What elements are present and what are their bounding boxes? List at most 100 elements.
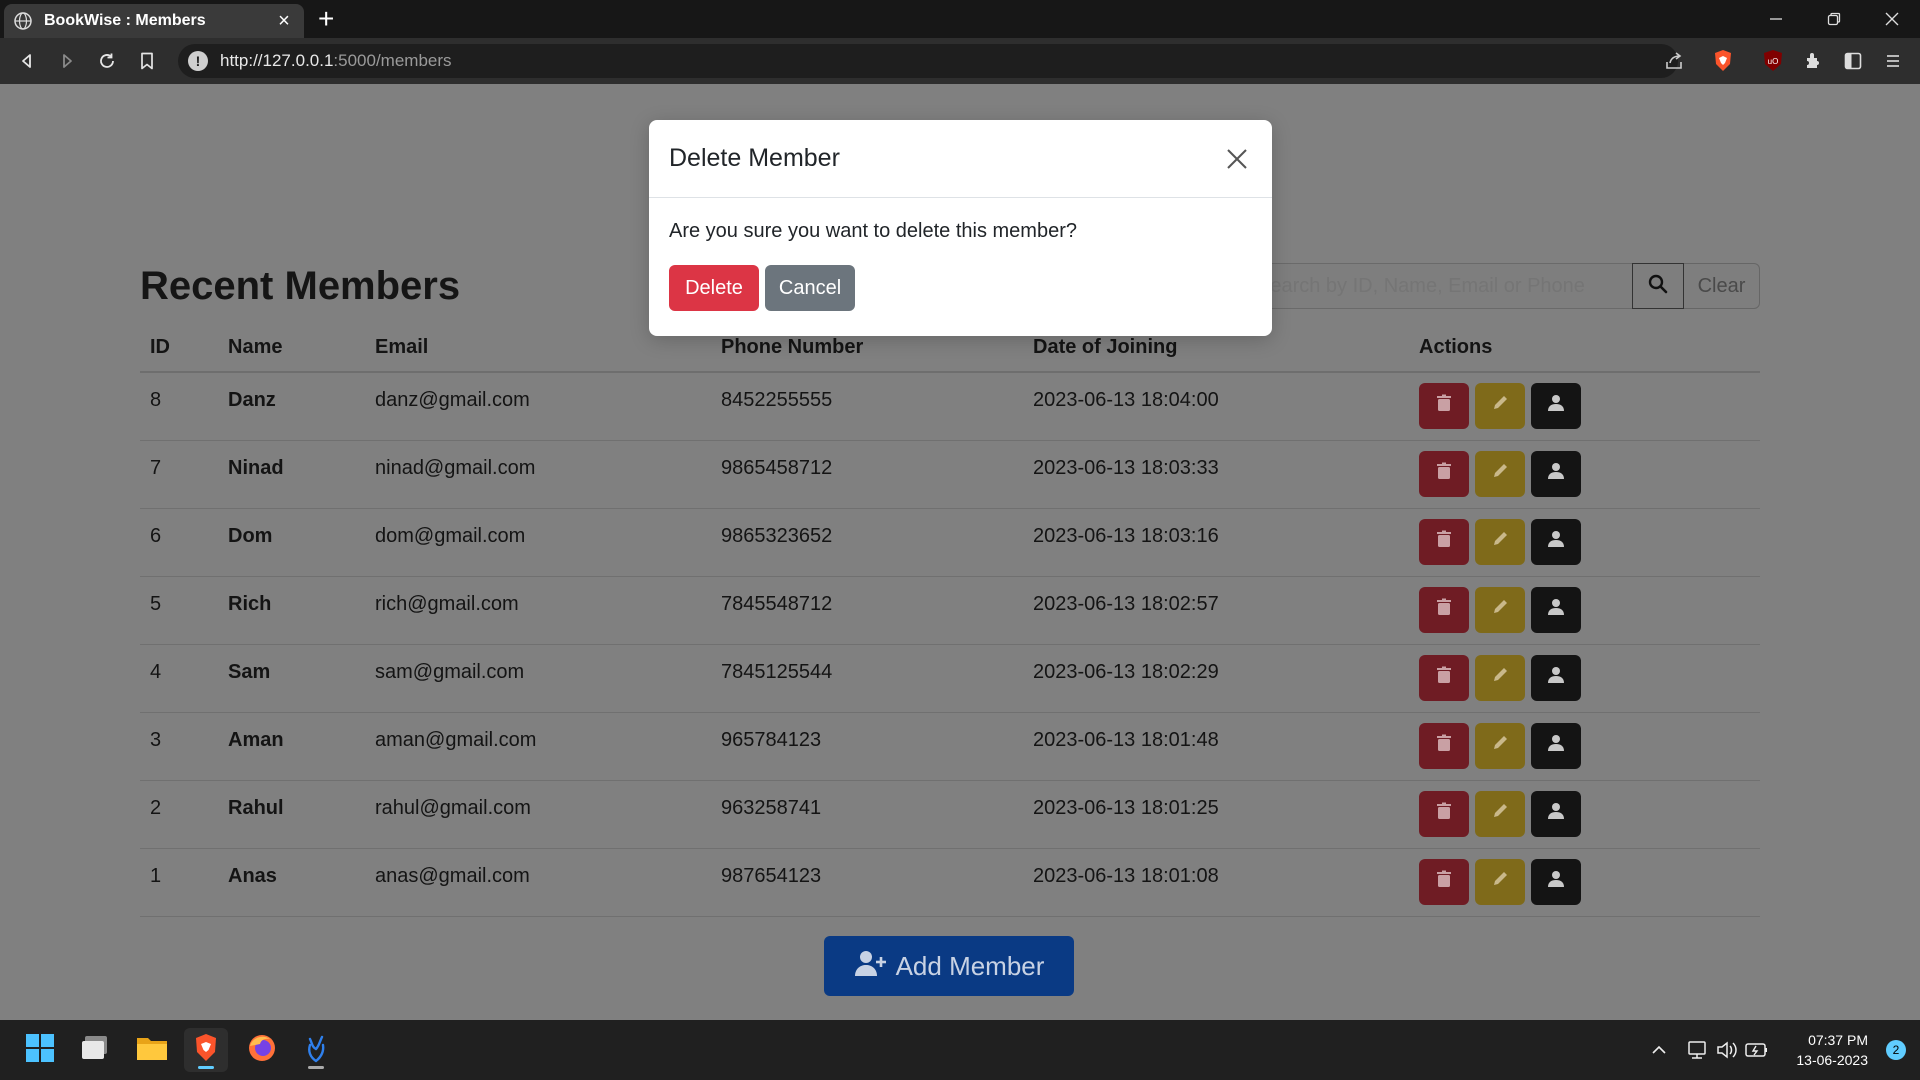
edit-button[interactable] <box>1475 722 1525 769</box>
cell-date: 2023-06-13 18:01:48 <box>1023 712 1409 781</box>
delete-button[interactable] <box>1419 858 1469 905</box>
cancel-button[interactable]: Cancel <box>765 265 855 311</box>
extensions-icon[interactable] <box>1800 48 1826 74</box>
edit-button[interactable] <box>1475 790 1525 837</box>
cell-phone: 9865323652 <box>711 508 1023 577</box>
row-actions <box>1419 450 1760 497</box>
svg-text:uO: uO <box>1768 57 1779 66</box>
cell-date: 2023-06-13 18:04:00 <box>1023 372 1409 441</box>
delete-button[interactable] <box>1419 450 1469 497</box>
close-icon[interactable] <box>1222 144 1252 174</box>
ublock-icon[interactable]: uO <box>1760 48 1786 74</box>
cell-name: Anas <box>218 848 365 917</box>
trash-icon <box>1436 394 1452 418</box>
notification-badge[interactable]: 2 <box>1886 1040 1906 1060</box>
row-actions <box>1419 518 1760 565</box>
start-button[interactable] <box>18 1028 62 1072</box>
forward-icon[interactable] <box>52 46 82 76</box>
system-clock[interactable]: 07:37 PM 13-06-2023 <box>1796 1030 1868 1070</box>
trash-icon <box>1436 734 1452 758</box>
edit-button[interactable] <box>1475 858 1525 905</box>
chevron-up-icon[interactable] <box>1646 1038 1672 1062</box>
clock-time: 07:37 PM <box>1808 1032 1868 1048</box>
delete-button[interactable] <box>1419 518 1469 565</box>
globe-icon <box>14 12 32 30</box>
tab-close-icon[interactable]: × <box>274 10 294 33</box>
edit-button[interactable] <box>1475 383 1525 429</box>
cell-actions <box>1409 372 1760 441</box>
cell-actions <box>1409 644 1760 713</box>
delete-button[interactable] <box>1419 383 1469 429</box>
view-profile-button[interactable] <box>1531 790 1581 837</box>
file-explorer-button[interactable] <box>130 1028 174 1072</box>
battery-icon[interactable] <box>1744 1038 1770 1062</box>
vscodium-taskbar-button[interactable] <box>294 1028 338 1072</box>
cell-date: 2023-06-13 18:02:29 <box>1023 644 1409 713</box>
edit-button[interactable] <box>1475 586 1525 633</box>
add-member-label: Add Member <box>895 950 1045 981</box>
pencil-icon <box>1491 802 1509 826</box>
share-icon[interactable] <box>1661 48 1687 74</box>
cell-phone: 987654123 <box>711 848 1023 917</box>
windows-taskbar: 07:37 PM 13-06-2023 2 <box>0 1020 1920 1080</box>
sidebar-icon[interactable] <box>1840 48 1866 74</box>
firefox-taskbar-button[interactable] <box>240 1028 284 1072</box>
confirm-delete-button[interactable]: Delete <box>669 265 759 311</box>
delete-button[interactable] <box>1419 722 1469 769</box>
view-profile-button[interactable] <box>1531 518 1581 565</box>
cell-date: 2023-06-13 18:03:16 <box>1023 508 1409 577</box>
brave-taskbar-button[interactable] <box>184 1028 228 1072</box>
task-view-button[interactable] <box>74 1028 118 1072</box>
restore-icon[interactable] <box>1806 0 1862 38</box>
trash-icon <box>1436 802 1452 826</box>
volume-icon[interactable] <box>1714 1038 1740 1062</box>
clock-date: 13-06-2023 <box>1796 1052 1868 1068</box>
view-profile-button[interactable] <box>1531 858 1581 905</box>
address-bar[interactable]: ! http://127.0.0.1:5000/members <box>178 44 1678 78</box>
network-icon[interactable] <box>1684 1038 1710 1062</box>
cell-actions <box>1409 576 1760 645</box>
search-input[interactable] <box>1236 263 1632 309</box>
tab-title: BookWise : Members <box>44 12 206 29</box>
back-icon[interactable] <box>12 46 42 76</box>
row-actions <box>1419 654 1760 701</box>
brave-shields-icon[interactable] <box>1710 48 1736 74</box>
bookmark-icon[interactable] <box>132 46 162 76</box>
add-member-button[interactable]: Add Member <box>824 936 1074 996</box>
minimize-icon[interactable] <box>1748 0 1804 38</box>
view-profile-button[interactable] <box>1531 383 1581 429</box>
cell-id: 1 <box>140 848 218 917</box>
view-profile-button[interactable] <box>1531 722 1581 769</box>
cell-name: Rich <box>218 576 365 645</box>
cell-date: 2023-06-13 18:01:08 <box>1023 848 1409 917</box>
view-profile-button[interactable] <box>1531 586 1581 633</box>
url-text: http://127.0.0.1:5000/members <box>220 51 452 70</box>
delete-button[interactable] <box>1419 654 1469 701</box>
new-tab-icon[interactable]: + <box>318 4 334 34</box>
menu-icon[interactable] <box>1880 48 1906 74</box>
row-actions <box>1419 722 1760 769</box>
edit-button[interactable] <box>1475 518 1525 565</box>
header-actions: Actions <box>1409 324 1760 373</box>
site-info-icon[interactable]: ! <box>188 51 208 71</box>
edit-button[interactable] <box>1475 654 1525 701</box>
search-button[interactable] <box>1632 263 1684 309</box>
view-profile-button[interactable] <box>1531 654 1581 701</box>
search-group: Clear <box>1236 263 1760 309</box>
cell-phone: 7845125544 <box>711 644 1023 713</box>
close-window-icon[interactable] <box>1864 0 1920 38</box>
browser-tab[interactable]: BookWise : Members × <box>4 4 304 38</box>
modal-actions: Delete Cancel <box>669 265 1252 311</box>
cell-date: 2023-06-13 18:01:25 <box>1023 780 1409 849</box>
user-icon <box>1547 598 1565 622</box>
delete-button[interactable] <box>1419 586 1469 633</box>
trash-icon <box>1436 530 1452 554</box>
pencil-icon <box>1491 462 1509 486</box>
modal-message: Are you sure you want to delete this mem… <box>669 220 1077 242</box>
table-row: 8 Danz danz@gmail.com 8452255555 2023-06-13 … <box>140 372 1760 441</box>
delete-button[interactable] <box>1419 790 1469 837</box>
edit-button[interactable] <box>1475 450 1525 497</box>
view-profile-button[interactable] <box>1531 450 1581 497</box>
reload-icon[interactable] <box>92 46 122 76</box>
clear-button[interactable]: Clear <box>1684 263 1760 309</box>
